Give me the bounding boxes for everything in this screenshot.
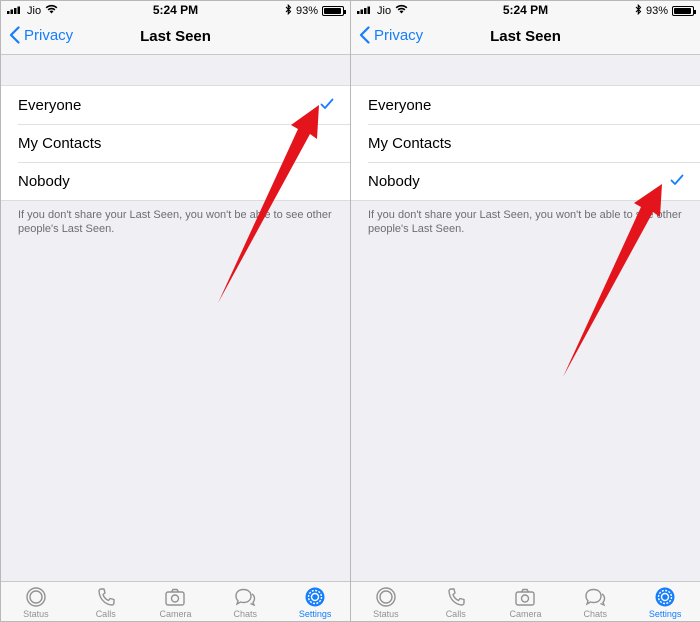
option-nobody[interactable]: Nobody bbox=[1, 162, 350, 200]
camera-icon bbox=[165, 588, 186, 606]
tab-settings[interactable]: Settings bbox=[630, 582, 700, 621]
tab-bar: Status Calls Camera Chats Settings bbox=[351, 581, 700, 621]
status-bar: Jio 5:24 PM 93% bbox=[1, 1, 350, 19]
navigation-bar: Privacy Last Seen bbox=[351, 19, 700, 55]
footnote-text: If you don't share your Last Seen, you w… bbox=[18, 209, 332, 235]
status-icon bbox=[376, 587, 396, 607]
calls-icon bbox=[97, 588, 115, 606]
option-nobody[interactable]: Nobody bbox=[351, 162, 700, 200]
screenshot-composite: Jio 5:24 PM 93% Privacy Last Seen Everyo… bbox=[0, 0, 700, 622]
tab-label: Chats bbox=[233, 609, 258, 619]
tab-label: Settings bbox=[648, 609, 682, 619]
chats-icon bbox=[585, 588, 606, 607]
option-my-contacts[interactable]: My Contacts bbox=[351, 124, 700, 162]
battery-percent: 93% bbox=[295, 5, 318, 17]
navigation-bar: Privacy Last Seen bbox=[1, 19, 350, 55]
tab-label: Camera bbox=[509, 609, 542, 619]
status-bar-right: 93% bbox=[635, 3, 696, 18]
phone-screen-everyone: Jio 5:24 PM 93% Privacy Last Seen Everyo… bbox=[1, 1, 350, 621]
option-everyone[interactable]: Everyone bbox=[1, 86, 350, 124]
tab-settings[interactable]: Settings bbox=[280, 582, 350, 621]
tab-label: Calls bbox=[95, 609, 116, 619]
tab-label: Camera bbox=[159, 609, 192, 619]
battery-percent: 93% bbox=[645, 5, 668, 17]
tab-label: Chats bbox=[583, 609, 608, 619]
tab-label: Calls bbox=[445, 609, 466, 619]
option-label: Nobody bbox=[368, 172, 420, 190]
battery-icon bbox=[322, 6, 346, 16]
tab-camera[interactable]: Camera bbox=[141, 582, 211, 621]
tab-label: Settings bbox=[298, 609, 332, 619]
settings-icon bbox=[655, 587, 675, 607]
camera-icon bbox=[515, 588, 536, 606]
option-label: Nobody bbox=[18, 172, 70, 190]
status-bar-right: 93% bbox=[285, 3, 346, 18]
footnote-text: If you don't share your Last Seen, you w… bbox=[368, 209, 682, 235]
tab-calls[interactable]: Calls bbox=[71, 582, 141, 621]
last-seen-options: Everyone My Contacts Nobody bbox=[351, 85, 700, 201]
tab-chats[interactable]: Chats bbox=[560, 582, 630, 621]
tab-status[interactable]: Status bbox=[1, 582, 71, 621]
bluetooth-icon bbox=[635, 3, 642, 18]
tab-camera[interactable]: Camera bbox=[491, 582, 561, 621]
option-label: Everyone bbox=[18, 96, 82, 114]
tab-status[interactable]: Status bbox=[351, 582, 421, 621]
option-my-contacts[interactable]: My Contacts bbox=[1, 124, 350, 162]
checkmark-icon bbox=[320, 98, 334, 109]
tab-chats[interactable]: Chats bbox=[210, 582, 280, 621]
tab-label: Status bbox=[373, 609, 399, 619]
bluetooth-icon bbox=[285, 3, 292, 18]
page-title: Last Seen bbox=[140, 28, 211, 45]
option-label: My Contacts bbox=[368, 134, 452, 152]
tab-label: Status bbox=[23, 609, 49, 619]
phone-screen-nobody: Jio 5:24 PM 93% Privacy Last Seen Everyo… bbox=[351, 1, 700, 621]
option-everyone[interactable]: Everyone bbox=[351, 86, 700, 124]
calls-icon bbox=[447, 588, 465, 606]
option-label: My Contacts bbox=[18, 134, 102, 152]
last-seen-options: Everyone My Contacts Nobody bbox=[1, 85, 350, 201]
chats-icon bbox=[235, 588, 256, 607]
status-icon bbox=[26, 587, 46, 607]
checkmark-icon bbox=[670, 174, 684, 185]
tab-calls[interactable]: Calls bbox=[421, 582, 491, 621]
page-title: Last Seen bbox=[490, 28, 561, 45]
option-label: Everyone bbox=[368, 96, 432, 114]
battery-icon bbox=[672, 6, 696, 16]
tab-bar: Status Calls Camera Chats Settings bbox=[1, 581, 350, 621]
settings-icon bbox=[305, 587, 325, 607]
status-bar: Jio 5:24 PM 93% bbox=[351, 1, 700, 19]
